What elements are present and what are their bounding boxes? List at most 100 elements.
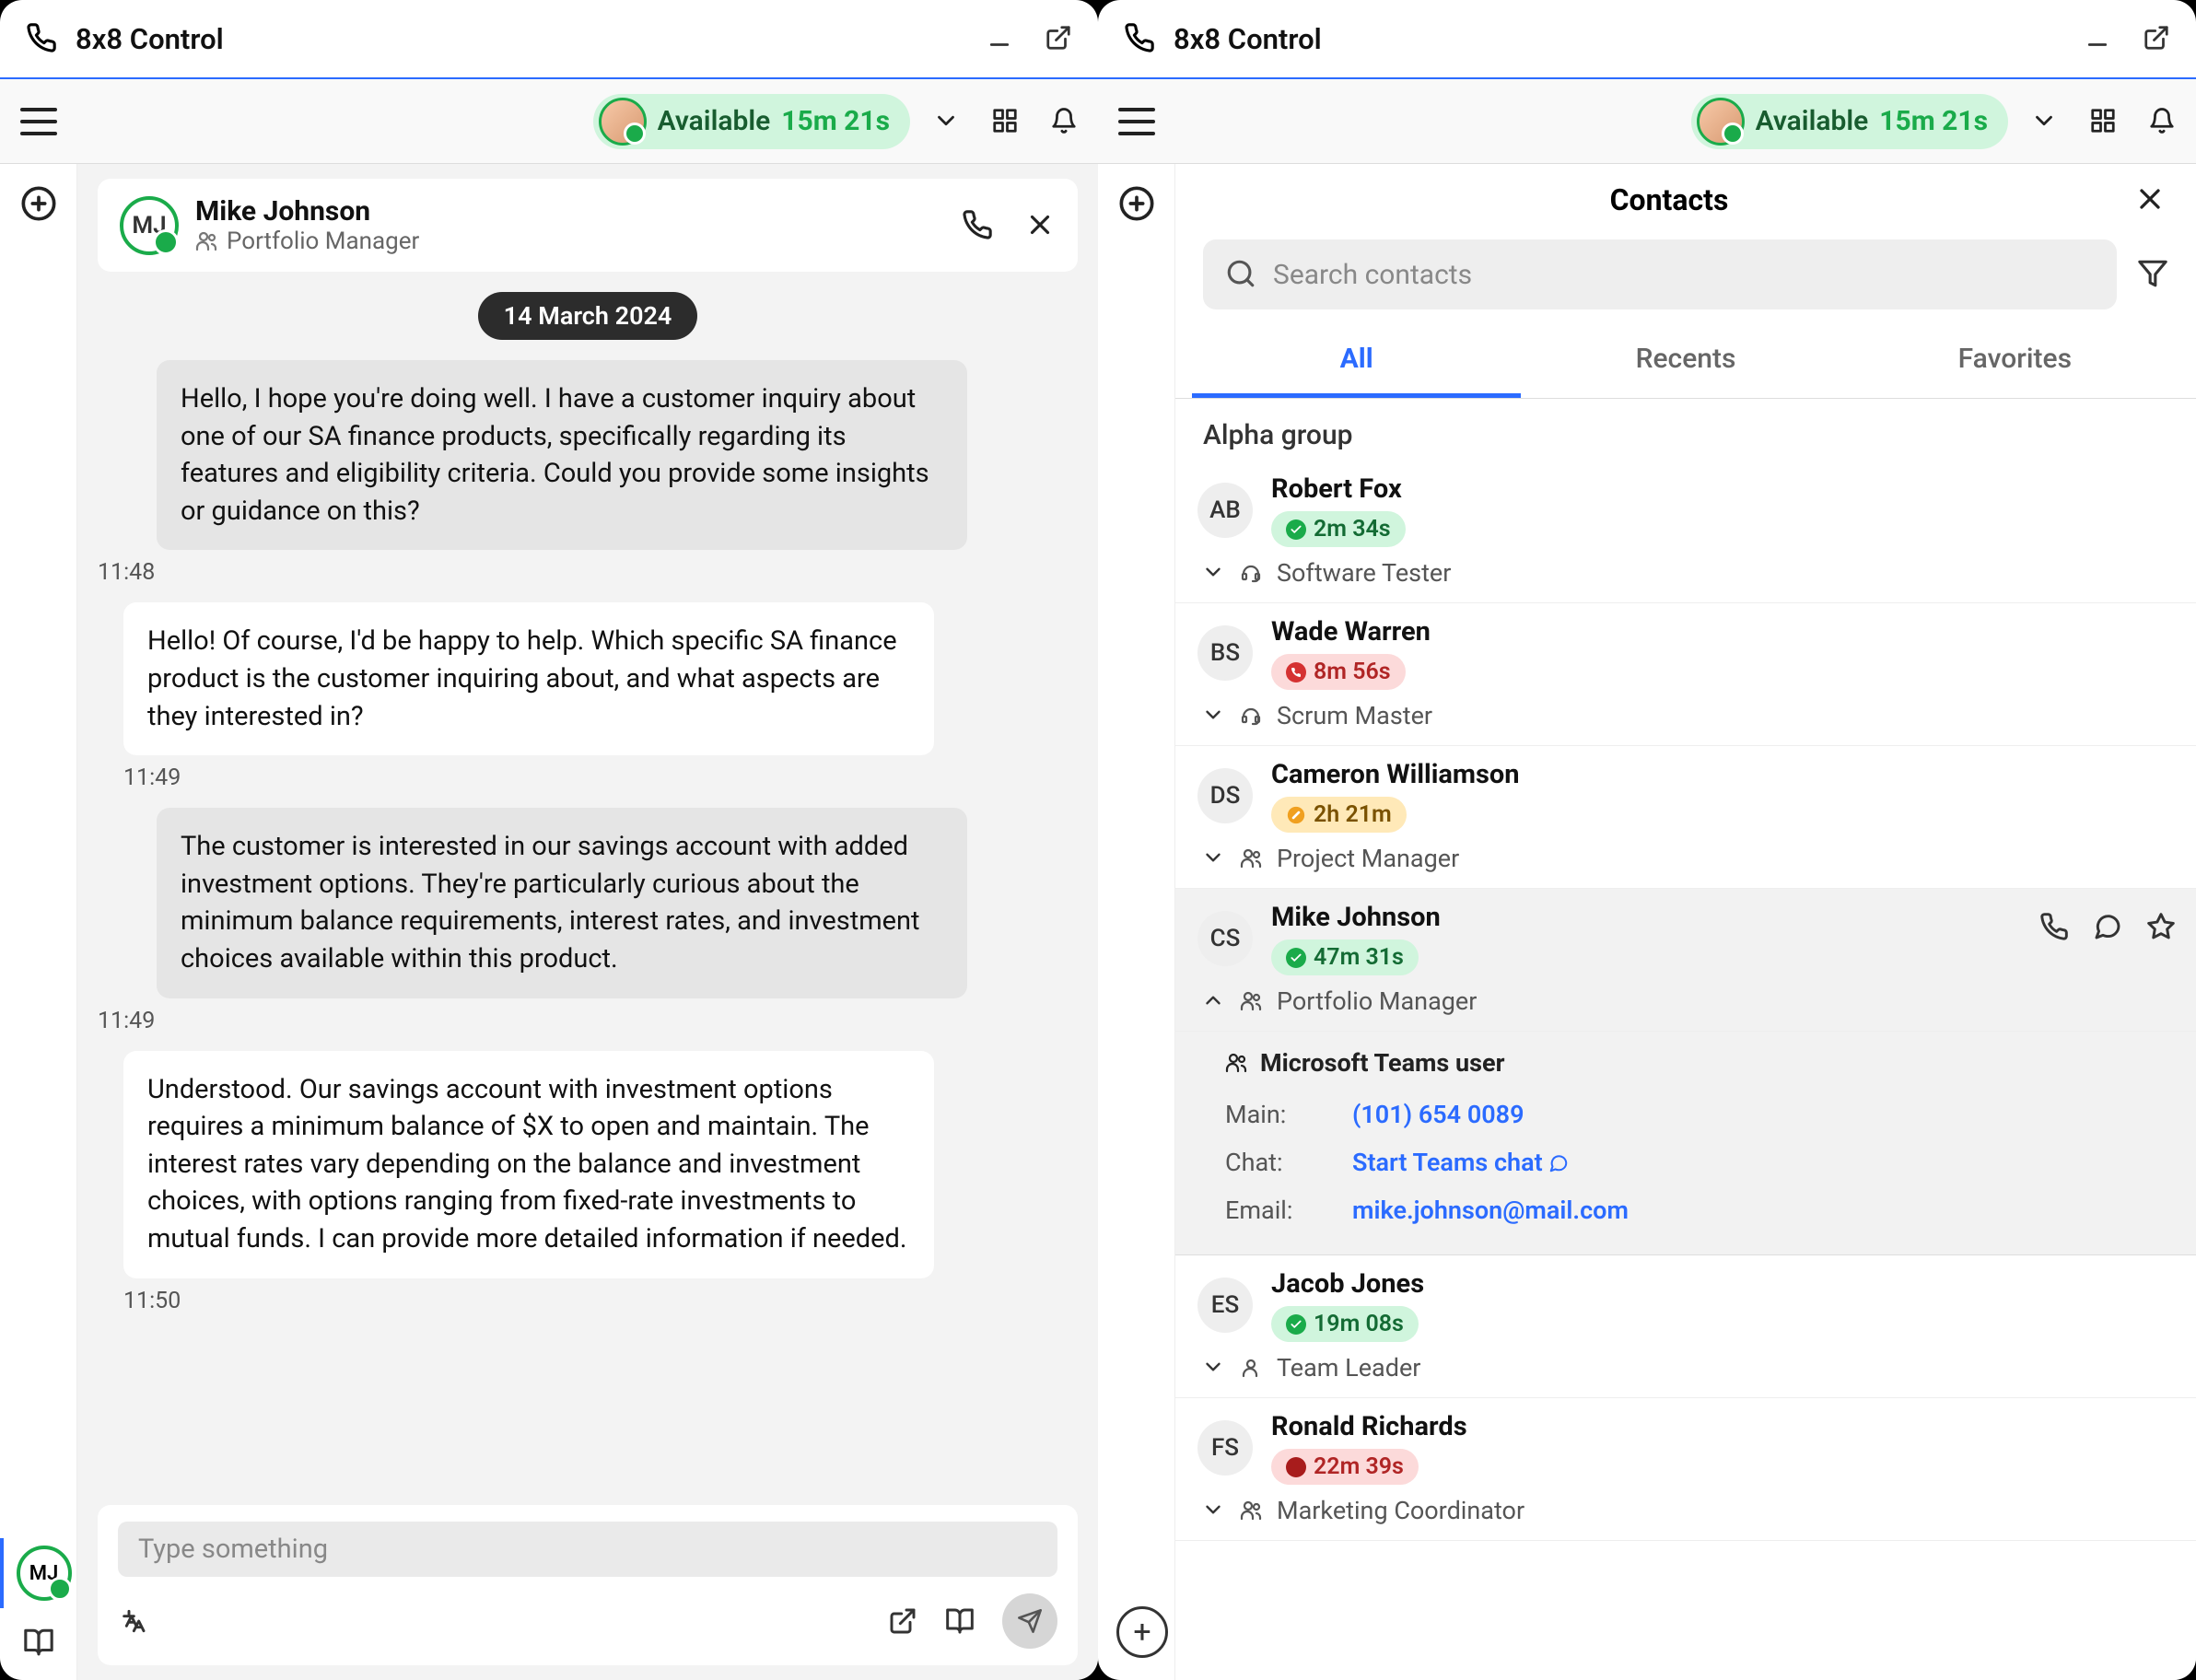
expand-toggle[interactable] bbox=[1201, 987, 1225, 1015]
status-badge: 8m 56s bbox=[1271, 654, 1406, 690]
close-contacts-button[interactable] bbox=[2133, 181, 2167, 219]
add-button[interactable] bbox=[20, 182, 57, 226]
contact-row[interactable]: DSCameron Williamson2h 21mProject Manage… bbox=[1175, 746, 2196, 889]
contact-role: Project Manager bbox=[1277, 844, 1459, 873]
close-chat-button[interactable] bbox=[1024, 207, 1056, 244]
contacts-book-icon[interactable] bbox=[23, 1625, 54, 1662]
filter-icon[interactable] bbox=[2137, 256, 2168, 293]
start-teams-chat[interactable]: Start Teams chat bbox=[1352, 1148, 1569, 1177]
chevron-down-icon[interactable] bbox=[932, 105, 960, 137]
conversation-avatar: MJ bbox=[17, 1546, 72, 1601]
role-icon bbox=[1240, 705, 1262, 727]
contact-avatar: AB bbox=[1197, 483, 1253, 538]
status-chip[interactable]: Available 15m 21s bbox=[1691, 94, 2008, 149]
message-time: 11:48 bbox=[98, 559, 1050, 586]
composer bbox=[98, 1505, 1078, 1665]
topbar: Available 15m 21s bbox=[0, 79, 1098, 164]
expand-toggle[interactable] bbox=[1201, 559, 1225, 587]
message-contact-button[interactable] bbox=[2093, 909, 2122, 944]
apps-icon[interactable] bbox=[2089, 105, 2117, 137]
message-input[interactable] bbox=[118, 1522, 1057, 1577]
favorite-contact-button[interactable] bbox=[2146, 909, 2176, 944]
contact-role: Marketing Coordinator bbox=[1277, 1496, 1524, 1525]
left-rail bbox=[1098, 164, 1175, 1680]
avatar bbox=[599, 98, 647, 146]
left-rail: MJ bbox=[0, 164, 77, 1680]
chat-header-avatar: MJ bbox=[120, 196, 179, 255]
message-bubble: Hello, I hope you're doing well. I have … bbox=[157, 360, 967, 550]
search-input[interactable] bbox=[1273, 259, 2095, 291]
main-phone[interactable]: (101) 654 0089 bbox=[1352, 1100, 1524, 1129]
call-contact-button[interactable] bbox=[2039, 909, 2069, 944]
contact-row[interactable]: ABRobert Fox2m 34sSoftware Tester bbox=[1175, 461, 2196, 603]
status-time: 15m 21s bbox=[1879, 105, 1988, 137]
chevron-down-icon[interactable] bbox=[2030, 105, 2058, 137]
add-button[interactable] bbox=[1118, 182, 1155, 226]
app-title: 8x8 Control bbox=[1174, 22, 2084, 56]
contact-name: Robert Fox bbox=[1271, 473, 1406, 505]
minimize-icon[interactable] bbox=[986, 23, 1013, 55]
contact-name: Mike Johnson bbox=[1271, 902, 1441, 933]
contact-row[interactable]: ES Jacob Jones 19m 08s Team Leader bbox=[1175, 1255, 2196, 1398]
email-link[interactable]: mike.johnson@mail.com bbox=[1352, 1196, 1629, 1225]
templates-icon[interactable] bbox=[945, 1604, 975, 1639]
chat-panel: MJ Mike Johnson Portfolio Manager 14 Mar… bbox=[77, 164, 1098, 1680]
status-badge: 22m 39s bbox=[1271, 1449, 1419, 1485]
chat-header-role: Portfolio Manager bbox=[195, 228, 419, 255]
message-time: 11:49 bbox=[98, 1008, 1050, 1034]
expand-toggle[interactable] bbox=[1201, 702, 1225, 729]
active-conversation-tab[interactable]: MJ bbox=[0, 1538, 79, 1608]
expand-toggle[interactable] bbox=[1201, 1354, 1225, 1382]
chat-header: MJ Mike Johnson Portfolio Manager bbox=[98, 179, 1078, 272]
status-chip[interactable]: Available 15m 21s bbox=[593, 94, 910, 149]
contact-role: Portfolio Manager bbox=[1277, 986, 1477, 1016]
tab-favorites[interactable]: Favorites bbox=[1851, 324, 2179, 398]
expand-toggle[interactable] bbox=[1201, 1497, 1225, 1524]
contact-name: Ronald Richards bbox=[1271, 1411, 1467, 1442]
minimize-icon[interactable] bbox=[2084, 23, 2111, 55]
contact-name: Jacob Jones bbox=[1271, 1268, 1424, 1300]
message-bubble: The customer is interested in our saving… bbox=[157, 808, 967, 998]
search-box[interactable] bbox=[1203, 239, 2117, 309]
translate-icon[interactable] bbox=[118, 1604, 147, 1639]
contact-details: Microsoft Teams userMain:(101) 654 0089C… bbox=[1175, 1032, 2196, 1255]
message-time: 11:49 bbox=[123, 764, 1078, 791]
bell-icon[interactable] bbox=[1050, 105, 1078, 137]
titlebar: 8x8 Control bbox=[0, 0, 1098, 79]
send-button[interactable] bbox=[1002, 1593, 1057, 1649]
contact-row[interactable]: FS Ronald Richards 22m 39s Marketing Coordi… bbox=[1175, 1398, 2196, 1541]
contact-avatar: CS bbox=[1197, 911, 1253, 966]
popout-icon[interactable] bbox=[2143, 23, 2170, 55]
contact-avatar: ES bbox=[1197, 1278, 1253, 1333]
message-bubble: Hello! Of course, I'd be happy to help. … bbox=[123, 602, 934, 755]
menu-icon[interactable] bbox=[1118, 108, 1155, 135]
status-badge: 19m 08s bbox=[1271, 1306, 1419, 1342]
contact-row[interactable]: CS Mike Johnson 47m 31s Portfolio Manager bbox=[1175, 889, 2196, 1032]
role-icon bbox=[1240, 562, 1262, 584]
popout-compose-icon[interactable] bbox=[888, 1604, 917, 1639]
right-window: 8x8 Control Available 15m 21s Contacts bbox=[1098, 0, 2196, 1680]
status-badge: 47m 31s bbox=[1271, 939, 1419, 975]
contact-role: Scrum Master bbox=[1277, 701, 1432, 730]
apps-icon[interactable] bbox=[991, 105, 1019, 137]
popout-icon[interactable] bbox=[1045, 23, 1072, 55]
contacts-tabs: All Recents Favorites bbox=[1175, 324, 2196, 399]
fab-add-button[interactable]: + bbox=[1116, 1606, 1168, 1658]
status-text: Available bbox=[658, 105, 771, 137]
tab-all[interactable]: All bbox=[1192, 324, 1521, 398]
contact-avatar: DS bbox=[1197, 768, 1253, 823]
expand-toggle[interactable] bbox=[1201, 845, 1225, 872]
contact-avatar: FS bbox=[1197, 1420, 1253, 1476]
bell-icon[interactable] bbox=[2148, 105, 2176, 137]
call-button[interactable] bbox=[962, 207, 993, 244]
contact-avatar: BS bbox=[1197, 625, 1253, 681]
message-bubble: Understood. Our savings account with inv… bbox=[123, 1051, 934, 1278]
chat-label: Chat: bbox=[1225, 1148, 1326, 1177]
menu-icon[interactable] bbox=[20, 108, 57, 135]
contact-role: Team Leader bbox=[1277, 1353, 1420, 1382]
contacts-panel: Contacts All Recents Favorites Alpha gro… bbox=[1175, 164, 2196, 1680]
tab-recents[interactable]: Recents bbox=[1521, 324, 1850, 398]
contact-row[interactable]: BSWade Warren8m 56sScrum Master bbox=[1175, 603, 2196, 746]
phone-icon bbox=[26, 20, 57, 57]
search-icon bbox=[1225, 256, 1256, 293]
